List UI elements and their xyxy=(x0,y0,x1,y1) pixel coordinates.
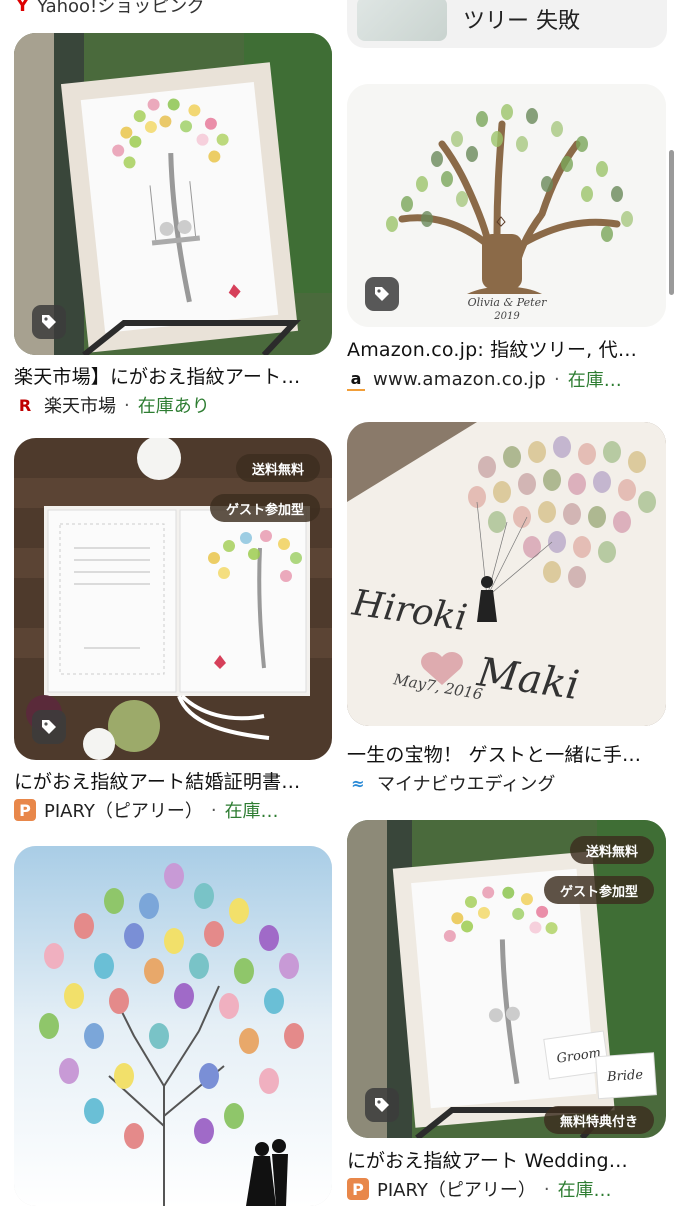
top-right-partial-card[interactable]: ツリー 失敗 xyxy=(347,0,667,48)
tag-icon xyxy=(375,287,389,301)
top-left-partial-source[interactable]: Y Yahoo!ショッピング xyxy=(16,0,205,18)
amazon-favicon: a xyxy=(347,367,365,391)
free-shipping-badge: 送料無料 xyxy=(235,454,320,482)
piary-favicon: P xyxy=(14,799,36,821)
tag-icon-button[interactable] xyxy=(365,1088,399,1122)
tag-icon xyxy=(42,315,56,329)
result-image-1[interactable] xyxy=(14,33,332,355)
yahoo-favicon: Y xyxy=(16,0,30,16)
tag-icon-button[interactable] xyxy=(365,277,399,311)
result-source-6[interactable]: P PIARY（ピアリー） · 在庫… xyxy=(347,1176,666,1202)
guest-participation-badge: ゲスト参加型 xyxy=(543,876,654,904)
tag-icon-button[interactable] xyxy=(32,305,66,339)
rakuten-favicon: R xyxy=(18,395,32,415)
year-caption: 2019 xyxy=(493,311,520,322)
free-gift-badge: 無料特典付き xyxy=(543,1106,654,1134)
thumbnail-image xyxy=(357,0,447,41)
result-image-5[interactable] xyxy=(14,846,332,1206)
free-shipping-badge: 送料無料 xyxy=(569,836,654,864)
mynavi-favicon: ≈ xyxy=(351,773,365,793)
result-image-2[interactable]: Olivia & Peter 2019 xyxy=(347,84,666,327)
piary-favicon: P xyxy=(347,1178,369,1200)
result-source-3[interactable]: P PIARY（ピアリー） · 在庫… xyxy=(14,797,332,823)
result-image-4[interactable]: Hiroki Maki May7, 2016 xyxy=(347,422,666,726)
result-title-2[interactable]: Amazon.co.jp: 指紋ツリー, 代… xyxy=(347,335,666,362)
result-image-3[interactable]: 送料無料 ゲスト参加型 xyxy=(14,438,332,760)
tag-icon-button[interactable] xyxy=(32,710,66,744)
tag-icon xyxy=(375,1098,389,1112)
result-title-1[interactable]: 楽天市場】にがおえ指紋アート… xyxy=(14,362,332,389)
result-image-6[interactable]: Groom Bride 送料無料 ゲスト参加型 無料特典付き xyxy=(347,820,666,1138)
result-source-2[interactable]: a www.amazon.co.jp · 在庫… xyxy=(347,366,666,392)
guest-participation-badge: ゲスト参加型 xyxy=(209,494,320,522)
result-title-3[interactable]: にがおえ指紋アート結婚証明書… xyxy=(14,767,332,794)
tag-icon xyxy=(42,720,56,734)
result-source-1[interactable]: R 楽天市場 · 在庫あり xyxy=(14,392,332,418)
olivia-peter-caption: Olivia & Peter xyxy=(468,296,547,309)
result-source-4[interactable]: ≈ マイナビウエディング xyxy=(347,770,666,796)
result-title-4[interactable]: 一生の宝物！ ゲストと一緒に手… xyxy=(347,740,666,767)
scrollbar[interactable] xyxy=(669,150,674,295)
bride-card-text: Bride xyxy=(606,1068,644,1086)
result-title-6[interactable]: にがおえ指紋アート Wedding… xyxy=(347,1146,666,1173)
